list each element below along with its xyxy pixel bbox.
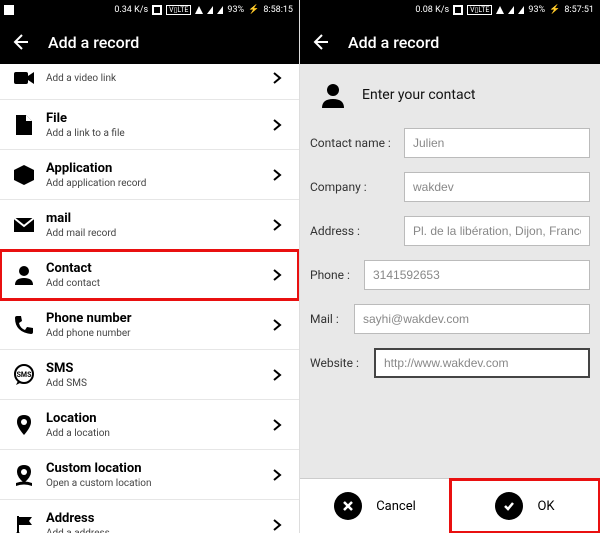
input-website[interactable] <box>374 348 590 378</box>
video-icon <box>12 66 36 90</box>
status-speed: 0.34 K/s <box>114 5 148 15</box>
charging-icon: ⚡ <box>549 5 560 15</box>
chevron-right-icon <box>271 419 289 431</box>
label-phone: Phone : <box>310 268 358 282</box>
input-phone[interactable] <box>364 260 590 290</box>
input-mail[interactable] <box>354 304 590 334</box>
list-item-video[interactable]: Add a video link <box>0 64 299 100</box>
label-address: Address : <box>310 224 398 238</box>
appbar-title: Add a record <box>48 33 139 52</box>
list-item-file[interactable]: FileAdd a link to a file <box>0 100 299 150</box>
contact-icon <box>12 263 36 287</box>
chevron-right-icon <box>271 319 289 331</box>
status-battery: 93% <box>227 5 244 15</box>
form-header-text: Enter your contact <box>362 87 476 103</box>
row-address: Address : <box>310 216 590 246</box>
nfc-icon <box>152 5 162 15</box>
list-item-application[interactable]: ApplicationAdd application record <box>0 150 299 200</box>
status-bar: 0.34 K/s V▯LTE 93% ⚡ 8:58:15 <box>0 0 299 20</box>
mail-icon <box>12 213 36 237</box>
input-company[interactable] <box>404 172 590 202</box>
wifi-icon <box>496 6 504 14</box>
contact-form: Enter your contact Contact name : Compan… <box>300 64 600 533</box>
phone-icon <box>12 313 36 337</box>
list-item-mail[interactable]: mailAdd mail record <box>0 200 299 250</box>
row-mail: Mail : <box>310 304 590 334</box>
cancel-button[interactable]: Cancel <box>300 479 450 533</box>
back-icon[interactable] <box>10 32 30 52</box>
row-website: Website : <box>310 348 590 378</box>
label-mail: Mail : <box>310 312 348 326</box>
input-contact-name[interactable] <box>404 128 590 158</box>
chevron-right-icon <box>271 519 289 531</box>
record-type-list: Add a video link FileAdd a link to a fil… <box>0 64 299 533</box>
app-bar: Add a record <box>300 20 600 64</box>
row-company: Company : <box>310 172 590 202</box>
custom-location-icon <box>12 463 36 487</box>
input-address[interactable] <box>404 216 590 246</box>
list-item-phone[interactable]: Phone numberAdd phone number <box>0 300 299 350</box>
application-icon <box>12 163 36 187</box>
list-item-contact[interactable]: ContactAdd contact <box>0 250 299 300</box>
signal-icon <box>508 6 514 14</box>
label-company: Company : <box>310 180 398 194</box>
wifi-icon <box>195 6 203 14</box>
status-battery: 93% <box>528 5 545 15</box>
svg-text:SMS: SMS <box>17 371 32 379</box>
chevron-right-icon <box>271 72 289 84</box>
status-bar: 0.08 K/s V▯LTE 93% ⚡ 8:57:51 <box>300 0 600 20</box>
signal-icon <box>217 6 223 14</box>
appbar-title: Add a record <box>348 33 439 52</box>
file-icon <box>12 113 36 137</box>
chevron-right-icon <box>271 119 289 131</box>
signal-icon <box>518 6 524 14</box>
chevron-right-icon <box>271 469 289 481</box>
charging-icon: ⚡ <box>248 5 259 15</box>
ok-button[interactable]: OK <box>450 479 600 533</box>
contact-icon <box>318 80 348 110</box>
row-contact-name: Contact name : <box>310 128 590 158</box>
back-icon[interactable] <box>310 32 330 52</box>
app-bar: Add a record <box>0 20 299 64</box>
status-time: 8:58:15 <box>263 5 293 15</box>
list-item-address[interactable]: AddressAdd a address <box>0 500 299 533</box>
chevron-right-icon <box>271 269 289 281</box>
list-item-location[interactable]: LocationAdd a location <box>0 400 299 450</box>
cancel-label: Cancel <box>376 499 416 514</box>
chevron-right-icon <box>271 369 289 381</box>
volte-icon: V▯LTE <box>166 5 191 15</box>
label-contact-name: Contact name : <box>310 136 398 150</box>
notification-icon <box>4 5 14 15</box>
list-item-sms[interactable]: SMS SMSAdd SMS <box>0 350 299 400</box>
form-footer: Cancel OK <box>300 478 600 533</box>
cancel-icon <box>334 492 362 520</box>
row-phone: Phone : <box>310 260 590 290</box>
sms-icon: SMS <box>12 363 36 387</box>
signal-icon <box>207 6 213 14</box>
ok-label: OK <box>537 499 554 514</box>
status-speed: 0.08 K/s <box>415 5 449 15</box>
location-icon <box>12 413 36 437</box>
chevron-right-icon <box>271 169 289 181</box>
screen-record-list: 0.34 K/s V▯LTE 93% ⚡ 8:58:15 Add a recor… <box>0 0 300 533</box>
chevron-right-icon <box>271 219 289 231</box>
nfc-icon <box>453 5 463 15</box>
screen-contact-form: 0.08 K/s V▯LTE 93% ⚡ 8:57:51 Add a recor… <box>300 0 600 533</box>
address-icon <box>12 513 36 533</box>
list-item-custom-location[interactable]: Custom locationOpen a custom location <box>0 450 299 500</box>
form-header: Enter your contact <box>300 64 600 128</box>
volte-icon: V▯LTE <box>467 5 492 15</box>
ok-icon <box>495 492 523 520</box>
label-website: Website : <box>310 356 368 370</box>
status-time: 8:57:51 <box>564 5 594 15</box>
